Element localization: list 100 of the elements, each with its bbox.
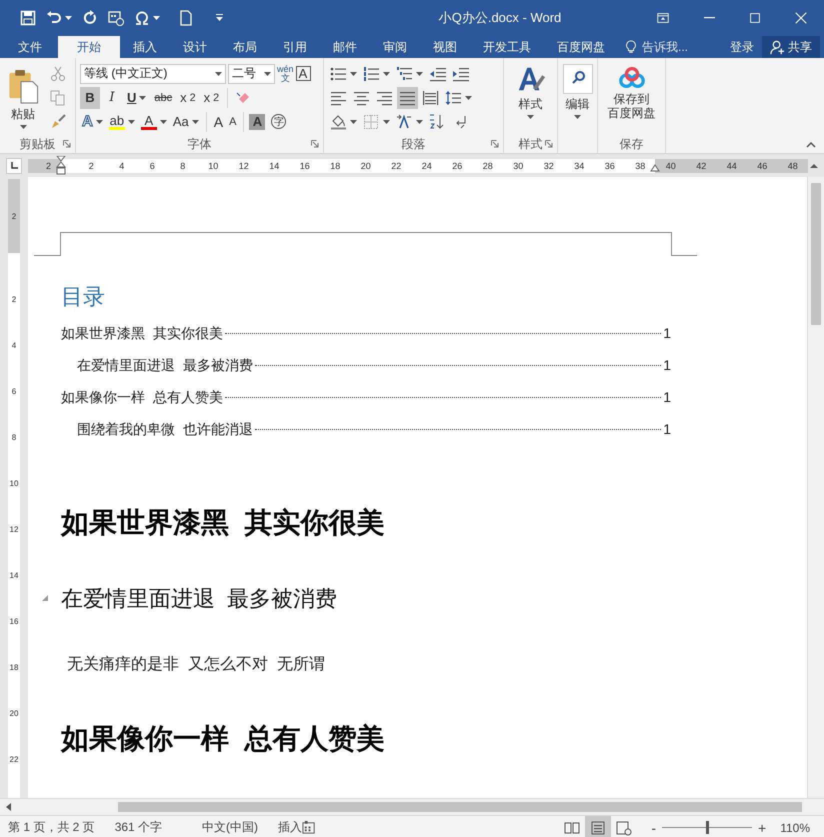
ruler-label: 2 (12, 294, 16, 304)
ribbon-tab[interactable]: 视图 (420, 36, 470, 58)
redo-button[interactable] (82, 10, 98, 26)
ruler-label: 12 (238, 160, 249, 170)
ruler-label: 20 (360, 160, 371, 170)
ruler-label: 22 (10, 754, 18, 764)
justify-button[interactable] (397, 86, 418, 108)
ruler-label: 2 (12, 212, 16, 220)
close-icon (794, 11, 808, 25)
character-shading-button[interactable]: A (249, 114, 266, 130)
ribbon-tab[interactable]: 文件 (0, 36, 58, 58)
insert-mode[interactable]: 插入 (278, 819, 302, 836)
ruler-label: 8 (12, 432, 16, 442)
ribbon-tab[interactable]: 邮件 (320, 36, 370, 58)
paragraph: 无关痛痒的是非 又怎么不对 无所谓 (66, 654, 326, 675)
format-button[interactable]: I (102, 86, 122, 108)
word-count[interactable]: 361 个字 (114, 819, 162, 836)
ruler-label: 46 (757, 160, 768, 170)
toc-entry[interactable]: 围绕着我的卑微 也许能消退 1 (61, 413, 671, 445)
caret-icon (264, 72, 271, 76)
lightbulb-icon (624, 40, 638, 54)
ribbon-tab[interactable]: 百度网盘 (544, 36, 618, 58)
group-label: 剪贴板 (20, 136, 56, 152)
align-right-icon (376, 90, 393, 106)
language-indicator[interactable]: 中文(中国) (202, 819, 258, 836)
font-color-button[interactable]: A (138, 110, 169, 132)
copy-icon (50, 90, 66, 106)
person-add-icon (770, 40, 785, 54)
symbol-button[interactable] (134, 10, 160, 26)
horizontal-scrollbar[interactable] (0, 798, 824, 815)
distribute-icon (422, 90, 439, 106)
macro-recorder-icon (302, 820, 318, 835)
tab-stop-selector[interactable] (6, 158, 22, 174)
ribbon-tab[interactable]: 引用 (270, 36, 320, 58)
calendar-button[interactable] (108, 10, 124, 26)
right-indent-marker-icon[interactable] (650, 164, 660, 172)
collapse-triangle-icon[interactable] (41, 594, 49, 602)
ribbon-tab[interactable]: 开始 (58, 36, 120, 58)
format-button[interactable]: B (80, 86, 100, 108)
dialog-launcher-icon[interactable] (545, 140, 553, 148)
ribbon-tab[interactable]: 设计 (170, 36, 220, 58)
new-document-button[interactable] (178, 10, 194, 26)
caret-icon (65, 16, 72, 20)
print-layout-icon (590, 820, 606, 836)
caret-icon (527, 115, 534, 119)
collapse-ribbon-icon[interactable] (806, 142, 816, 148)
ribbon-tab[interactable]: 布局 (220, 36, 270, 58)
shrink-font-button[interactable]: A (227, 110, 238, 132)
editing-button[interactable]: 编辑 (560, 62, 596, 135)
dialog-launcher-icon[interactable] (63, 140, 71, 148)
format-button[interactable]: U (124, 86, 150, 108)
tell-me-field[interactable]: 告诉我... (642, 38, 688, 56)
highlight-button[interactable]: ab (106, 110, 137, 132)
zoom-percentage[interactable]: 110% (780, 820, 810, 834)
phonetic-guide-button[interactable]: wén 文 (277, 64, 294, 82)
styles-button[interactable]: 样式 (512, 62, 548, 135)
undo-button[interactable] (46, 10, 72, 26)
indent-marker-icon[interactable] (56, 156, 66, 176)
ruler-label: 34 (574, 160, 584, 170)
zoom-in-button[interactable]: + (758, 820, 766, 836)
scroll-thumb[interactable] (118, 802, 802, 812)
enclose-characters-button[interactable]: 字 (271, 114, 286, 129)
ruler-label: 42 (696, 160, 706, 170)
page-count[interactable]: 第 1 页，共 2 页 (8, 819, 95, 836)
grow-font-button[interactable]: A (212, 110, 226, 132)
scroll-left-icon[interactable] (4, 802, 14, 812)
print-layout-button[interactable] (585, 816, 612, 837)
group-label: 段落 (402, 136, 426, 152)
save-button[interactable] (20, 10, 36, 26)
toc-entry[interactable]: 如果世界漆黑 其实你很美 1 (61, 317, 671, 349)
toc-entry[interactable]: 如果像你一样 总有人赞美 1 (61, 381, 671, 413)
ruler-label: 14 (269, 160, 280, 170)
paintbrush-icon (50, 114, 66, 130)
window-title: 小Q办公.docx - Word (438, 9, 562, 27)
caret-icon (574, 115, 581, 119)
toc-entry[interactable]: 在爱情里面进退 最多被消费 1 (61, 349, 671, 381)
save-to-cloud-button[interactable]: 保存到 百度网盘 (604, 62, 658, 135)
multilevel-list-icon (396, 66, 413, 82)
character-border-button[interactable]: A (296, 66, 311, 81)
zoom-out-button[interactable]: - (651, 820, 656, 836)
heading: 如果世界漆黑 其实你很美 (61, 506, 386, 540)
dialog-launcher-icon[interactable] (311, 140, 319, 148)
scroll-thumb[interactable] (811, 183, 821, 325)
ribbon-tab[interactable]: 审阅 (370, 36, 420, 58)
sign-in-link[interactable]: 登录 (730, 36, 754, 58)
omega-icon (134, 10, 150, 26)
change-case-button[interactable]: Aa (170, 110, 201, 132)
dialog-launcher-icon[interactable] (491, 140, 499, 148)
group-label: 字体 (188, 136, 212, 152)
share-button[interactable]: 共享 (762, 36, 820, 58)
border-grid-icon (363, 114, 380, 130)
font-name-dropdown[interactable]: 等线 (中文正文) (80, 64, 226, 84)
vertical-scrollbar[interactable] (807, 177, 824, 798)
font-size-dropdown[interactable]: 二号 (228, 64, 275, 84)
asian-layout-icon (396, 114, 413, 130)
format-button[interactable]: abc (151, 86, 176, 108)
zoom-thumb[interactable] (706, 821, 709, 834)
ribbon-tab[interactable]: 开发工具 (470, 36, 544, 58)
ribbon-tab[interactable]: 插入 (120, 36, 170, 58)
paste-button[interactable]: 粘贴 (4, 62, 42, 135)
